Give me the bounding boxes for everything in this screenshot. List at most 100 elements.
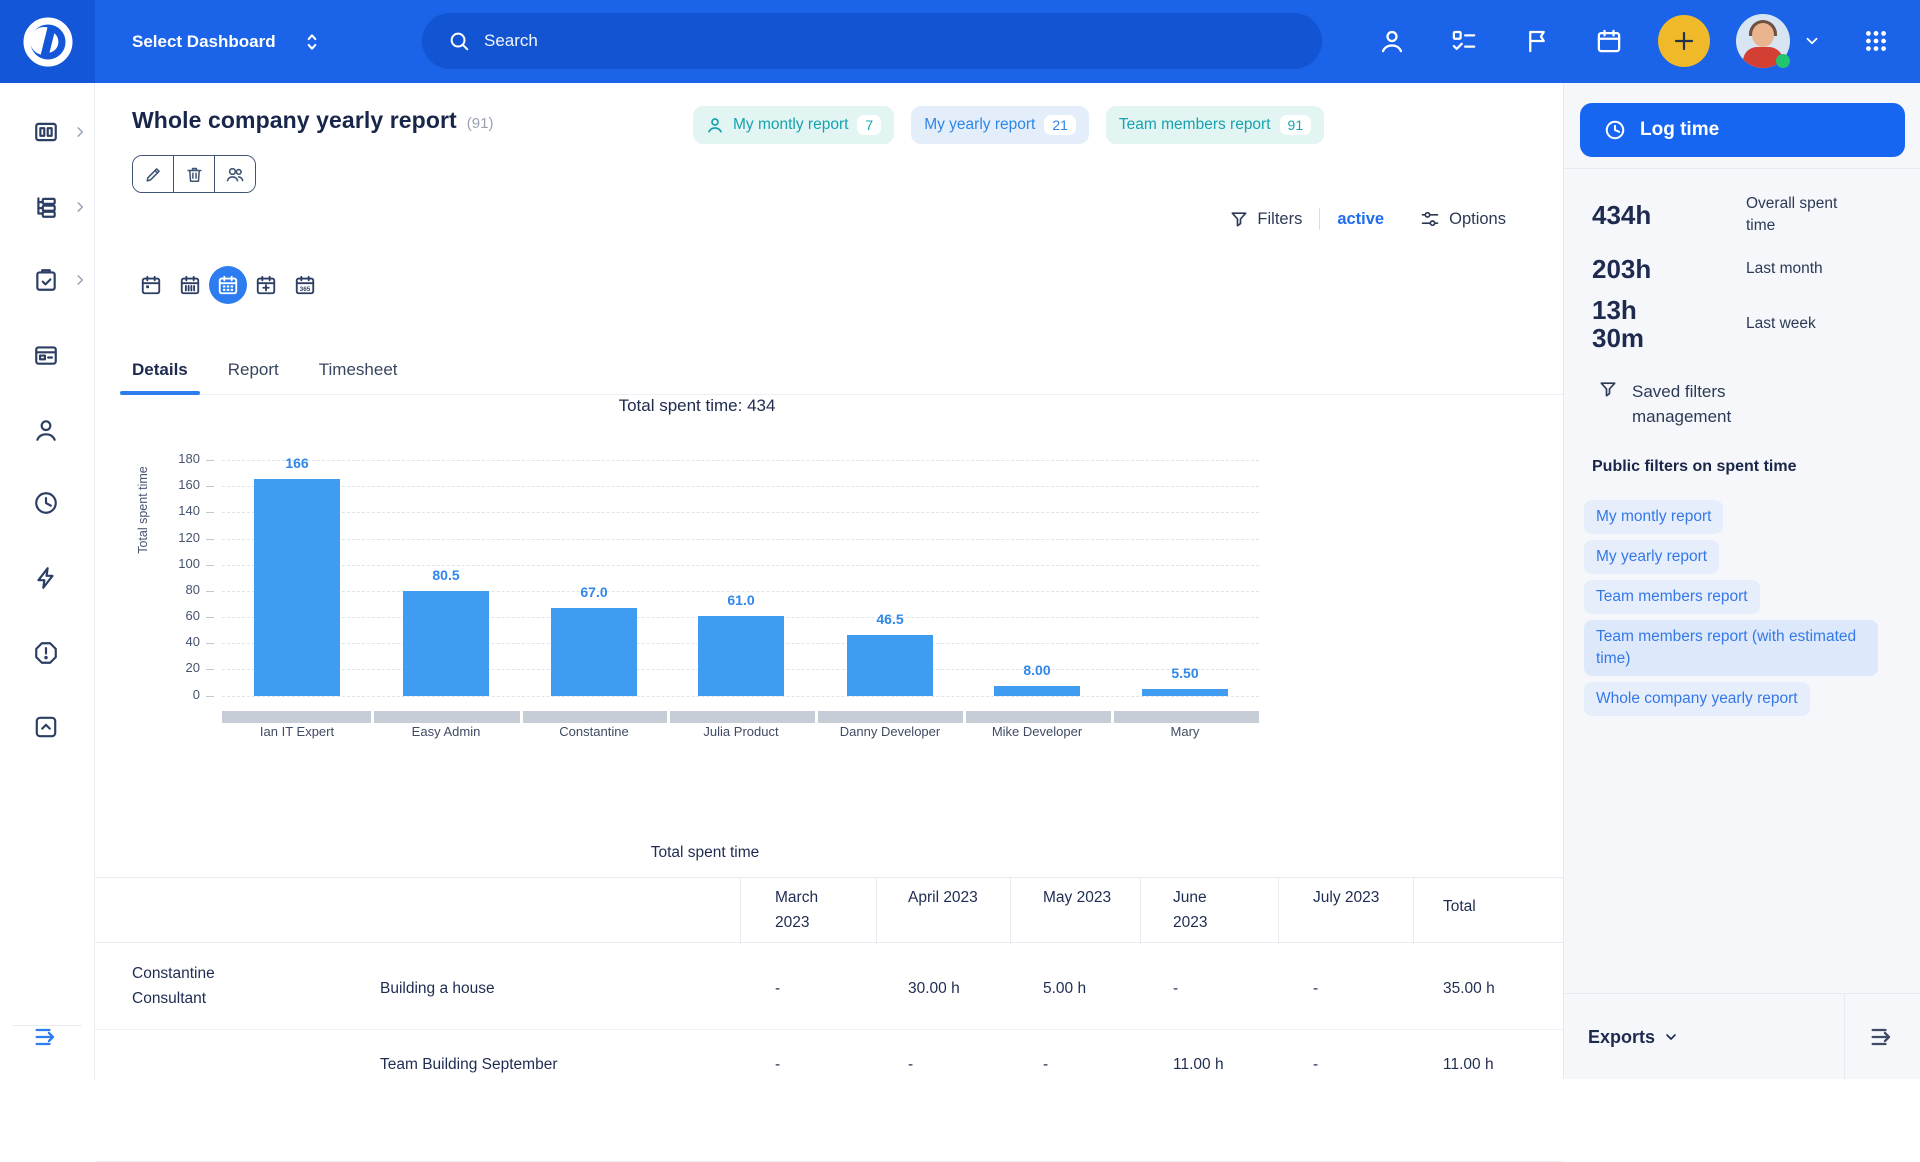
table-cell: - xyxy=(1313,976,1318,1001)
sidebar-people-icon[interactable] xyxy=(33,417,59,443)
chip-count-badge: 91 xyxy=(1280,115,1312,135)
sidebar-archive-collapse-icon[interactable] xyxy=(33,714,59,740)
sidebar-tasks-chevron-icon[interactable] xyxy=(73,273,87,287)
tab-details[interactable]: Details xyxy=(132,345,188,395)
sidebar-tasks-clipboard-icon[interactable] xyxy=(33,267,59,293)
saved-filters-management[interactable]: Saved filters management xyxy=(1598,379,1812,429)
header-separator xyxy=(1140,878,1141,944)
page-title: Whole company yearly report xyxy=(132,107,457,134)
bar-mary[interactable] xyxy=(1142,689,1228,696)
y-axis-tick-mark xyxy=(206,512,214,513)
chip-count-badge: 7 xyxy=(857,115,881,135)
y-axis-tick-label: 40 xyxy=(150,634,200,649)
header-separator xyxy=(876,878,877,944)
log-time-button[interactable]: Log time xyxy=(1580,103,1905,157)
y-axis-tick-label: 140 xyxy=(150,503,200,518)
bar-constantine[interactable] xyxy=(551,608,637,696)
scrollbar-separator xyxy=(963,711,966,723)
sidebar-alerts-icon[interactable] xyxy=(33,640,59,666)
table-cell: - xyxy=(775,976,780,1001)
edit-button[interactable] xyxy=(133,156,174,192)
range-month-icon[interactable] xyxy=(209,266,247,304)
table-title: Total spent time xyxy=(555,844,855,862)
table-cell: 35.00 h xyxy=(1443,976,1495,1001)
table-cell: 5.00 h xyxy=(1043,976,1086,1001)
row-item-name: Team Building September xyxy=(380,1052,558,1077)
app-logo[interactable] xyxy=(0,0,95,83)
flag-icon[interactable] xyxy=(1524,28,1551,55)
share-users-button[interactable] xyxy=(215,156,255,192)
range-custom-add-icon[interactable] xyxy=(247,266,286,304)
y-axis-tick-label: 60 xyxy=(150,608,200,623)
apps-grid-icon[interactable] xyxy=(1863,28,1889,54)
tab-timesheet[interactable]: Timesheet xyxy=(319,345,398,395)
table-row: Team Building September---11.00 h-11.00 … xyxy=(95,1030,1563,1162)
bar-easy-admin[interactable] xyxy=(403,591,489,696)
sidebar-boards-icon[interactable] xyxy=(33,342,59,368)
chip-label: Team members report xyxy=(1119,116,1271,134)
table-cell: - xyxy=(775,1052,780,1077)
tasks-checklist-icon[interactable] xyxy=(1451,28,1478,55)
report-chip-0[interactable]: My montly report 7 xyxy=(693,106,894,144)
sidebar-dashboards-chevron-icon[interactable] xyxy=(73,125,87,139)
report-tabs: Details Report Timesheet xyxy=(119,345,1563,395)
bar-danny-developer[interactable] xyxy=(847,635,933,696)
range-week-icon[interactable] xyxy=(171,266,210,304)
search-input[interactable] xyxy=(482,30,1086,52)
chip-count-badge: 21 xyxy=(1044,115,1076,135)
log-time-label: Log time xyxy=(1640,119,1719,141)
saved-filter-pill-4[interactable]: Whole company yearly report xyxy=(1584,682,1810,716)
chip-label: My montly report xyxy=(733,116,848,134)
profile-person-icon[interactable] xyxy=(1379,28,1406,55)
profile-chevron-down-icon[interactable] xyxy=(1803,32,1821,50)
row-item-name: Building a house xyxy=(380,976,495,1001)
sidebar-projects-chevron-icon[interactable] xyxy=(73,200,87,214)
x-axis-label: Mike Developer xyxy=(967,724,1107,739)
panel-collapse-icon[interactable] xyxy=(1868,1023,1896,1051)
saved-filter-pill-3[interactable]: Team members report (with estimated time… xyxy=(1584,620,1878,676)
tab-report[interactable]: Report xyxy=(228,345,279,395)
filter-funnel-icon[interactable] xyxy=(1229,209,1249,229)
options-button[interactable]: Options xyxy=(1420,209,1506,229)
exports-button[interactable]: Exports xyxy=(1588,994,1679,1080)
report-chip-1[interactable]: My yearly report21 xyxy=(911,106,1089,144)
person-icon xyxy=(706,116,724,134)
header-separator xyxy=(1413,878,1414,944)
search-bar[interactable] xyxy=(422,13,1322,69)
column-header: June 2023 xyxy=(1173,885,1243,935)
sidebar-expand-icon[interactable] xyxy=(32,1023,60,1051)
range-year-365-icon[interactable]: 365 xyxy=(286,266,325,304)
bar-ian-it-expert[interactable] xyxy=(254,479,340,696)
y-axis-tick-mark xyxy=(206,696,214,697)
chart-scrollbar[interactable] xyxy=(222,711,1259,723)
sidebar-dashboards-icon[interactable] xyxy=(33,119,59,145)
filters-label[interactable]: Filters xyxy=(1257,210,1302,229)
report-chip-2[interactable]: Team members report 91 xyxy=(1106,106,1324,144)
y-axis-tick-label: 160 xyxy=(150,477,200,492)
sidebar-activity-bolt-icon[interactable] xyxy=(33,565,59,591)
stat-row: 434hOverall spent time xyxy=(1592,187,1892,243)
filters-active-link[interactable]: active xyxy=(1337,210,1384,229)
saved-filter-pill-0[interactable]: My montly report xyxy=(1584,500,1723,534)
sidebar-projects-tree-icon[interactable] xyxy=(33,194,59,220)
svg-text:365: 365 xyxy=(299,286,310,293)
stat-row: 13h 30mLast week xyxy=(1592,293,1892,355)
saved-filter-pill-2[interactable]: Team members report xyxy=(1584,580,1760,614)
add-button[interactable] xyxy=(1658,15,1710,67)
bar-julia-product[interactable] xyxy=(698,616,784,696)
chart-gridline xyxy=(222,460,1259,461)
chevron-down-icon xyxy=(1663,1029,1679,1045)
column-header-total: Total xyxy=(1443,898,1533,916)
bar-value-label: 61.0 xyxy=(698,592,784,608)
status-dot xyxy=(1776,54,1790,68)
table-cell: - xyxy=(1043,1052,1048,1077)
sidebar-time-clock-icon[interactable] xyxy=(33,490,59,516)
range-day-icon[interactable] xyxy=(132,266,171,304)
saved-filter-pill-1[interactable]: My yearly report xyxy=(1584,540,1719,574)
dashboard-selector[interactable]: Select Dashboard xyxy=(132,0,322,83)
calendar-icon[interactable] xyxy=(1596,28,1623,55)
scrollbar-separator xyxy=(371,711,374,723)
bar-value-label: 46.5 xyxy=(847,611,933,627)
delete-button[interactable] xyxy=(174,156,215,192)
bar-mike-developer[interactable] xyxy=(994,686,1080,696)
